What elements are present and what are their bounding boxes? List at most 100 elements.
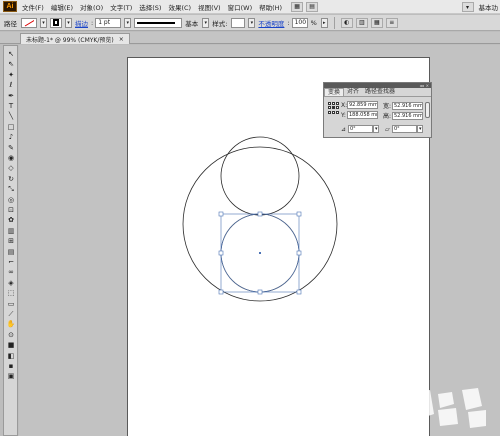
tab-align[interactable]: 对齐 [344, 88, 362, 96]
blob-brush-tool-icon[interactable]: ◉ [6, 154, 16, 163]
menu-select[interactable]: 选择(S) [139, 2, 161, 12]
tab-transform[interactable]: 变换 [324, 88, 345, 96]
width-row: 宽: 52.916 mm [383, 101, 423, 110]
close-document-icon[interactable]: × [119, 36, 124, 43]
menu-window[interactable]: 窗口(W) [228, 2, 253, 12]
style-swatch[interactable] [231, 17, 246, 28]
document-tab[interactable]: 未标题-1* @ 99% (CMYK/预览) × [20, 33, 130, 44]
warp-tool-icon[interactable]: ◎ [6, 196, 16, 205]
menu-effect[interactable]: 效果(C) [168, 2, 191, 12]
magic-wand-tool-icon[interactable]: ✦ [6, 71, 16, 80]
paintbrush-tool-icon[interactable]: ♪ [6, 133, 16, 142]
opacity-value: 100 [294, 19, 307, 26]
transform-panel: ◂◂ × 变换 对齐 路径查找器 X: 92.859 mm 宽: 52.916 … [323, 82, 432, 138]
menu-bar: Ai 文件(F) 编辑(E) 对象(O) 文字(T) 选择(S) 效果(C) 视… [0, 0, 500, 14]
column-graph-tool-icon[interactable]: ▥ [6, 227, 16, 236]
x-field[interactable]: 92.859 mm [347, 101, 378, 109]
constrain-proportions-icon[interactable] [425, 102, 430, 118]
gradient-tool-icon[interactable]: ▤ [6, 248, 16, 257]
hand-tool-icon[interactable]: ✋ [6, 320, 16, 329]
workspace-label[interactable]: 基本功 [479, 2, 499, 12]
handle-top-right[interactable] [296, 211, 302, 217]
blend-tool-icon[interactable]: ∞ [6, 268, 16, 277]
artboard-tool-icon[interactable]: ▭ [6, 300, 16, 309]
menu-view[interactable]: 视图(V) [198, 2, 221, 12]
handle-bottom-left[interactable] [218, 289, 224, 295]
line-tool-icon[interactable]: ╲ [6, 112, 16, 121]
handle-top-left[interactable] [218, 211, 224, 217]
free-transform-tool-icon[interactable]: ⊡ [6, 206, 16, 215]
tab-pathfinder[interactable]: 路径查找器 [362, 88, 398, 96]
handle-left[interactable] [218, 250, 224, 256]
selection-tool-icon[interactable]: ↖ [6, 50, 16, 59]
screen-mode-icon[interactable]: ▣ [6, 372, 16, 381]
y-field[interactable]: 188.058 mm [347, 111, 378, 119]
stroke-weight-dropdown-icon[interactable]: ▾ [124, 17, 132, 28]
opacity-link[interactable]: 不透明度 [258, 18, 284, 28]
eyedropper-tool-icon[interactable]: ⌐ [6, 258, 16, 267]
handle-bottom-right[interactable] [296, 289, 302, 295]
fill-swatch[interactable] [21, 17, 37, 28]
stroke-swatch[interactable] [50, 17, 62, 28]
pencil-tool-icon[interactable]: ✎ [6, 144, 16, 153]
rotate-field[interactable]: 0° [348, 125, 373, 133]
control-separator [333, 16, 335, 29]
handle-top[interactable] [257, 211, 263, 217]
workspace-switcher-icon[interactable]: ▾ [461, 2, 474, 12]
panel-collapse-icon[interactable]: ◂◂ [420, 83, 424, 88]
height-field[interactable]: 52.916 mm [392, 111, 423, 120]
document-title: 未标题-1* @ 99% (CMYK/预览) [26, 36, 114, 44]
transform-button[interactable]: ▦ [370, 17, 383, 28]
shear-dropdown-icon[interactable]: ▾ [417, 125, 423, 133]
shear-field[interactable]: 0° [392, 125, 417, 133]
zoom-tool-icon[interactable]: ⊙ [6, 331, 16, 340]
bridge-button[interactable]: ▦ [291, 1, 304, 12]
recolor-artwork-button[interactable]: ◐ [340, 17, 353, 28]
live-paint-selection-tool-icon[interactable]: ⬚ [6, 289, 16, 298]
menu-help[interactable]: 帮助(H) [259, 2, 282, 12]
height-label: 高: [383, 113, 392, 120]
panel-close-icon[interactable]: × [426, 83, 429, 88]
eraser-tool-icon[interactable]: ◇ [6, 164, 16, 173]
upper-circle[interactable] [220, 136, 300, 216]
opacity-unit: % [310, 18, 317, 27]
height-row: 高: 52.916 mm [383, 111, 423, 120]
rectangle-tool-icon[interactable]: □ [6, 123, 16, 132]
fill-stroke-swatch-icon[interactable]: ■ [6, 341, 16, 350]
symbol-sprayer-tool-icon[interactable]: ✿ [6, 216, 16, 225]
slice-tool-icon[interactable]: ⟋ [6, 310, 16, 319]
pen-tool-icon[interactable]: ✒ [6, 92, 16, 101]
outer-circle[interactable] [182, 146, 338, 302]
brush-dropdown-icon[interactable]: ▾ [202, 17, 210, 28]
reference-point-icon[interactable] [328, 102, 339, 114]
rotate-tool-icon[interactable]: ↻ [6, 175, 16, 184]
color-mode-icon[interactable]: ▪ [6, 362, 16, 371]
lasso-tool-icon[interactable]: ℓ [6, 81, 16, 90]
default-colors-icon[interactable]: ◧ [6, 352, 16, 361]
stroke-link[interactable]: 描边 [75, 18, 88, 28]
width-field[interactable]: 52.916 mm [392, 101, 423, 110]
handle-right[interactable] [296, 250, 302, 256]
align-button[interactable]: ▥ [355, 17, 368, 28]
center-point [259, 252, 261, 254]
type-tool-icon[interactable]: T [6, 102, 16, 111]
rotate-dropdown-icon[interactable]: ▾ [373, 125, 379, 133]
menu-edit[interactable]: 编辑(E) [51, 2, 73, 12]
mesh-tool-icon[interactable]: ⊞ [6, 237, 16, 246]
arrange-documents-button[interactable]: ▤ [306, 1, 319, 12]
style-dropdown-icon[interactable]: ▾ [248, 17, 256, 28]
menu-file[interactable]: 文件(F) [22, 2, 44, 12]
stroke-dropdown-icon[interactable]: ▾ [65, 17, 72, 28]
menu-type[interactable]: 文字(T) [110, 2, 132, 12]
menu-object[interactable]: 对象(O) [80, 2, 103, 12]
opacity-field[interactable]: 100 [291, 17, 308, 28]
handle-bottom[interactable] [257, 289, 263, 295]
opacity-dropdown-icon[interactable]: ▸ [320, 17, 328, 28]
live-paint-tool-icon[interactable]: ◈ [6, 279, 16, 288]
scale-tool-icon[interactable]: ⤡ [6, 185, 16, 194]
direct-selection-tool-icon[interactable]: ⇖ [6, 60, 16, 69]
panel-menu-button[interactable]: ≡ [385, 17, 398, 28]
brush-definition-field[interactable] [134, 17, 183, 28]
stroke-weight-field[interactable]: 1 pt [95, 17, 122, 28]
fill-dropdown-icon[interactable]: ▾ [40, 17, 47, 28]
